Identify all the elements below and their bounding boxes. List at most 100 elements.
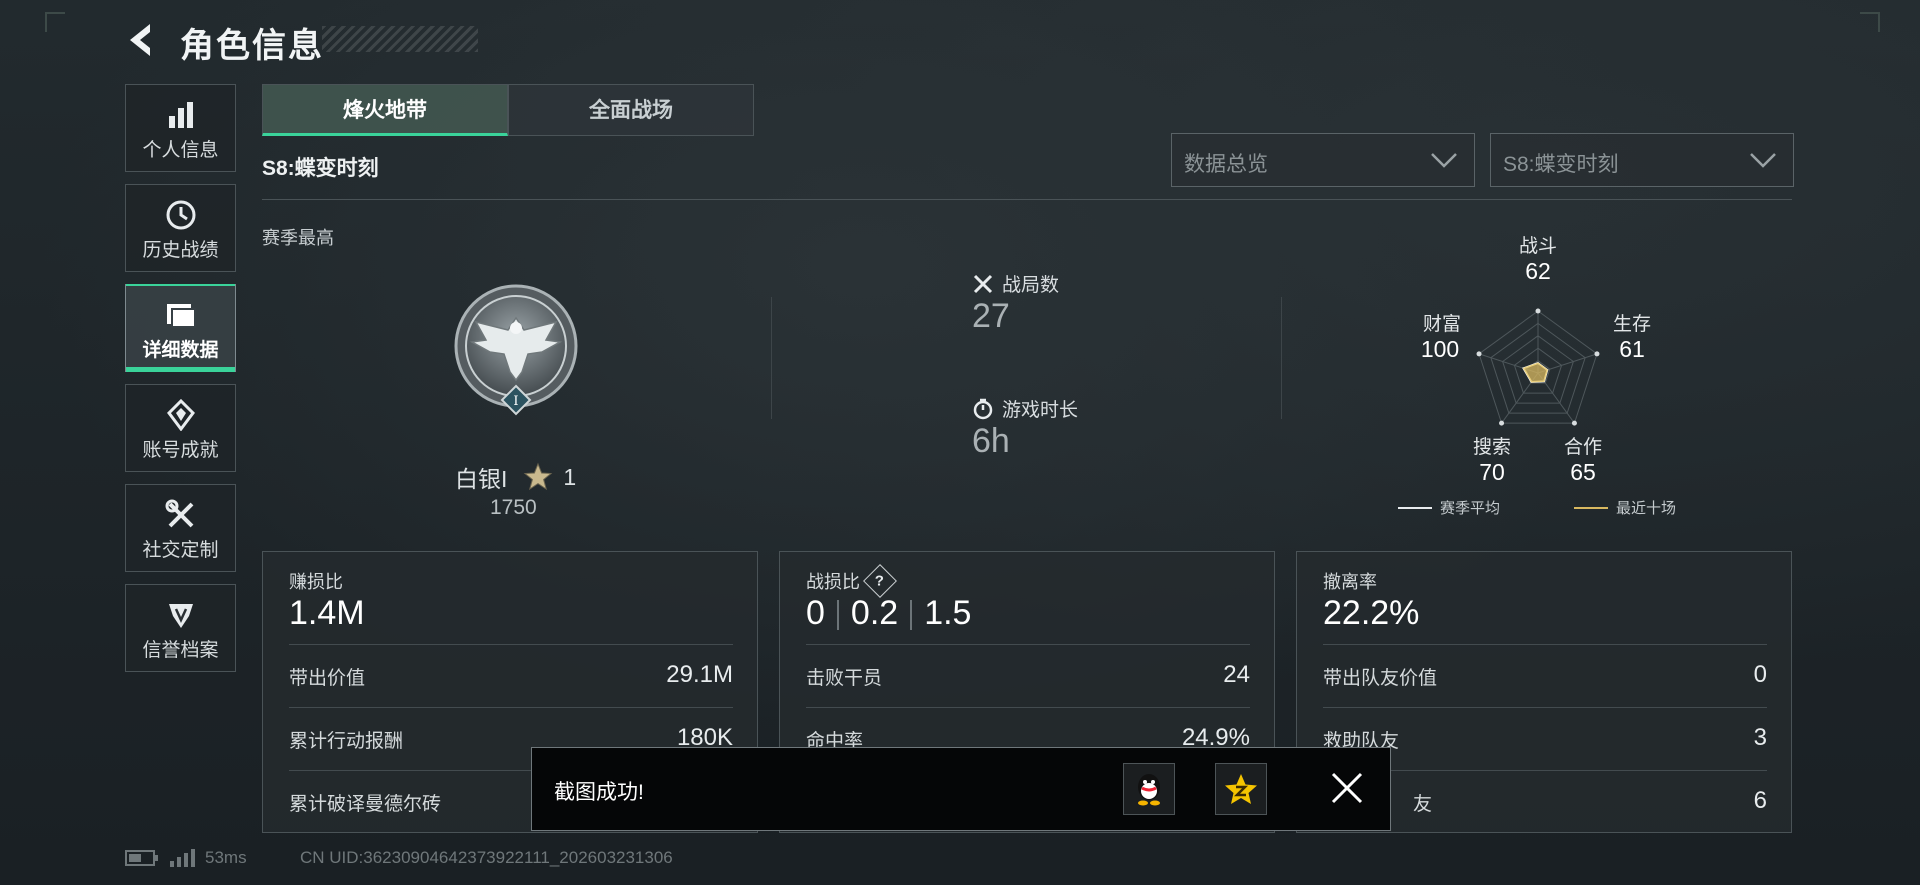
radar-label-survival: 生存 [1612,314,1651,335]
row-label: 累计行动报酬 [289,731,404,752]
tab-beacon-zone[interactable]: 烽火地带 [262,84,508,136]
matches-stat: 战局数 27 [972,270,1059,336]
clock-icon [126,199,235,231]
share-qq-button[interactable] [1123,763,1175,815]
legend-label: 赛季平均 [1440,500,1501,517]
radar-axis-dot [1571,420,1577,426]
row-value: 6 [1753,787,1767,814]
card-value: 0 0.2 1.5 [806,594,971,633]
row-label: 带出价值 [289,668,366,689]
matches-label: 战局数 [1002,275,1060,296]
sidebar-item-label: 信誉档案 [142,640,219,661]
status-bar: 53ms [125,848,247,868]
radar-label-wealth: 财富 [1422,314,1461,335]
rank-badge-icon: I [454,284,578,416]
close-icon[interactable] [1327,768,1367,808]
card-value: 1.4M [289,594,365,632]
playtime-stat: 游戏时长 6h [972,395,1078,461]
stat-row: 带出价值 29.1M [289,644,733,703]
season-select[interactable]: S8:蝶变时刻 [1490,133,1794,187]
radar-label-search: 搜索 [1472,437,1511,458]
legend-label: 最近十场 [1616,500,1677,517]
sidebar-item-history[interactable]: 历史战绩 [125,184,236,272]
page-title: 角色信息 [180,27,324,65]
legend-season-avg: 赛季平均 [1398,497,1500,518]
sidebar-item-label: 详细数据 [142,340,219,361]
season-title: S8:蝶变时刻 [262,157,379,180]
stat-row: 击败干员 24 [806,644,1250,703]
back-arrow-icon[interactable] [122,20,162,60]
bar-chart-icon [126,99,235,131]
sidebar-item-label: 社交定制 [142,540,219,561]
legend-line [1574,506,1608,509]
toast-message: 截图成功! [554,781,644,804]
kd-value-a: 0 [806,594,825,632]
season-best-label: 赛季最高 [262,228,334,248]
radar-value-wealth: 100 [1420,336,1460,362]
row-label: 带出队友价值 [1323,668,1438,689]
row-label: 友 [1413,794,1433,815]
help-icon[interactable]: ? [863,564,897,598]
select-value: S8:蝶变时刻 [1503,153,1619,176]
tools-icon [126,499,235,531]
sidebar-item-personal-info[interactable]: 个人信息 [125,84,236,172]
share-qzone-button[interactable] [1215,763,1267,815]
corner-decoration [45,12,65,32]
row-value: 29.1M [666,661,733,688]
user-uid: CN UID:36230904642373922111_202603231306 [300,848,673,867]
crossed-swords-icon [973,274,993,293]
star-icon [524,462,553,491]
rank-info: 白银I 1 [455,460,576,494]
radar-value-survival: 61 [1619,336,1645,362]
kd-value-b: 0.2 [850,594,899,632]
title-decoration [322,26,478,52]
signal-icon [170,849,195,867]
row-value: 0 [1753,661,1767,688]
stat-row: 带出队友价值 0 [1323,644,1767,703]
shield-icon [126,599,235,631]
screenshot-toast: 截图成功! [531,747,1391,831]
medal-icon [126,399,235,431]
svg-text:I: I [513,394,518,409]
rank-stars: 1 [563,463,577,490]
rank-score: 1750 [490,496,537,519]
card-label: 战损比 [806,572,860,592]
ping-value: 53ms [205,848,247,867]
radar-value-combat: 62 [1525,258,1551,284]
sidebar-item-label: 历史战绩 [142,240,219,261]
divider [1281,297,1282,419]
row-value: 24 [1223,661,1250,688]
qzone-star-icon [1225,774,1257,804]
radar-value-cooperation: 65 [1570,459,1596,485]
card-label-group: 战损比 ? [806,564,897,598]
card-label: 赚损比 [289,572,343,592]
stopwatch-icon [973,398,993,419]
legend-line [1398,506,1432,509]
select-value: 数据总览 [1184,153,1268,176]
header-divider [262,199,1792,200]
battery-icon [125,850,158,866]
row-label: 累计破译曼德尔砖 [289,794,442,815]
sidebar-item-social[interactable]: 社交定制 [125,484,236,572]
sidebar-item-detailed-data[interactable]: 详细数据 [125,284,236,372]
sidebar-item-label: 账号成就 [142,440,219,461]
card-value: 22.2% [1323,594,1420,632]
sidebar-item-label: 个人信息 [142,140,219,161]
sidebar-item-achievements[interactable]: 账号成就 [125,384,236,472]
playtime-value: 6h [972,422,1010,460]
rank-name: 白银I [455,466,508,492]
kd-value-c: 1.5 [924,594,972,632]
row-value: 3 [1753,724,1767,751]
data-type-select[interactable]: 数据总览 [1171,133,1475,187]
radar-axis-dot [1476,351,1482,357]
sidebar-item-reputation[interactable]: 信誉档案 [125,584,236,672]
tab-full-battlefield[interactable]: 全面战场 [508,84,754,136]
row-label: 击败干员 [806,668,883,689]
radar-axis-dot [1535,308,1541,314]
playtime-label: 游戏时长 [1002,400,1079,421]
radar-axis-dot [1499,420,1505,426]
corner-decoration [1860,12,1880,32]
radar-axis-dot [1594,351,1600,357]
radar-label-combat: 战斗 [1518,236,1557,257]
matches-value: 27 [972,297,1010,335]
